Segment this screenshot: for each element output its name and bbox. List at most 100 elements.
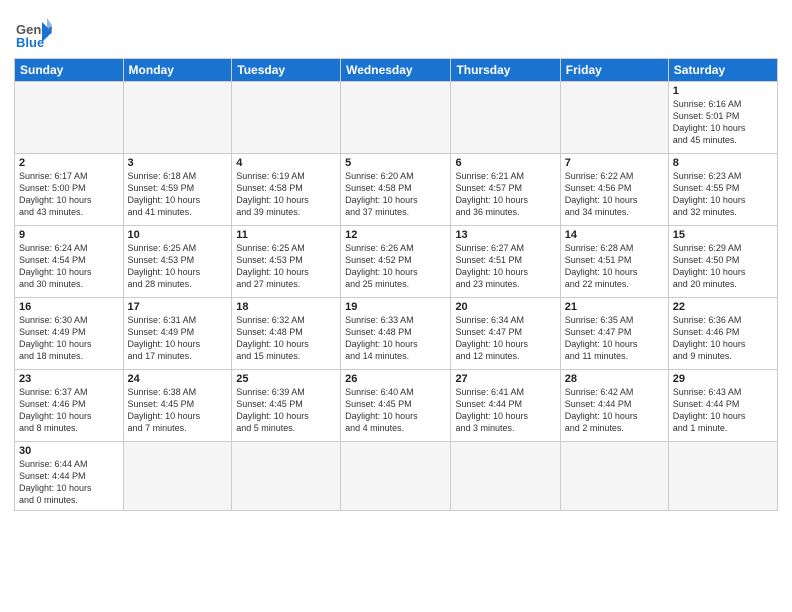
day-number: 13 bbox=[455, 229, 555, 241]
page: General Blue SundayMondayTuesdayWednesda… bbox=[0, 0, 792, 612]
day-number: 24 bbox=[128, 373, 228, 385]
weekday-header-row: SundayMondayTuesdayWednesdayThursdayFrid… bbox=[15, 59, 778, 82]
calendar-day-cell: 4Sunrise: 6:19 AM Sunset: 4:58 PM Daylig… bbox=[232, 154, 341, 226]
calendar-week-6: 30Sunrise: 6:44 AM Sunset: 4:44 PM Dayli… bbox=[15, 442, 778, 511]
calendar-day-cell: 25Sunrise: 6:39 AM Sunset: 4:45 PM Dayli… bbox=[232, 370, 341, 442]
calendar-day-cell: 30Sunrise: 6:44 AM Sunset: 4:44 PM Dayli… bbox=[15, 442, 124, 511]
day-number: 28 bbox=[565, 373, 664, 385]
calendar-week-1: 1Sunrise: 6:16 AM Sunset: 5:01 PM Daylig… bbox=[15, 82, 778, 154]
calendar-day-cell: 6Sunrise: 6:21 AM Sunset: 4:57 PM Daylig… bbox=[451, 154, 560, 226]
day-number: 1 bbox=[673, 85, 773, 97]
calendar-week-4: 16Sunrise: 6:30 AM Sunset: 4:49 PM Dayli… bbox=[15, 298, 778, 370]
calendar-day-cell: 24Sunrise: 6:38 AM Sunset: 4:45 PM Dayli… bbox=[123, 370, 232, 442]
calendar-week-3: 9Sunrise: 6:24 AM Sunset: 4:54 PM Daylig… bbox=[15, 226, 778, 298]
day-info: Sunrise: 6:23 AM Sunset: 4:55 PM Dayligh… bbox=[673, 170, 773, 219]
header: General Blue bbox=[14, 10, 778, 52]
day-number: 18 bbox=[236, 301, 336, 313]
calendar-day-cell bbox=[668, 442, 777, 511]
calendar-day-cell bbox=[560, 82, 668, 154]
calendar-day-cell bbox=[15, 82, 124, 154]
day-info: Sunrise: 6:30 AM Sunset: 4:49 PM Dayligh… bbox=[19, 314, 119, 363]
day-number: 26 bbox=[345, 373, 446, 385]
calendar-day-cell: 21Sunrise: 6:35 AM Sunset: 4:47 PM Dayli… bbox=[560, 298, 668, 370]
day-number: 17 bbox=[128, 301, 228, 313]
day-info: Sunrise: 6:44 AM Sunset: 4:44 PM Dayligh… bbox=[19, 458, 119, 507]
generalblue-logo-icon: General Blue bbox=[14, 14, 52, 52]
day-number: 30 bbox=[19, 445, 119, 457]
svg-text:Blue: Blue bbox=[16, 35, 44, 50]
calendar-day-cell: 14Sunrise: 6:28 AM Sunset: 4:51 PM Dayli… bbox=[560, 226, 668, 298]
day-number: 21 bbox=[565, 301, 664, 313]
day-number: 4 bbox=[236, 157, 336, 169]
day-info: Sunrise: 6:35 AM Sunset: 4:47 PM Dayligh… bbox=[565, 314, 664, 363]
day-info: Sunrise: 6:22 AM Sunset: 4:56 PM Dayligh… bbox=[565, 170, 664, 219]
calendar-day-cell bbox=[341, 82, 451, 154]
calendar-day-cell: 1Sunrise: 6:16 AM Sunset: 5:01 PM Daylig… bbox=[668, 82, 777, 154]
day-number: 25 bbox=[236, 373, 336, 385]
calendar-day-cell: 8Sunrise: 6:23 AM Sunset: 4:55 PM Daylig… bbox=[668, 154, 777, 226]
weekday-header-saturday: Saturday bbox=[668, 59, 777, 82]
calendar-day-cell: 5Sunrise: 6:20 AM Sunset: 4:58 PM Daylig… bbox=[341, 154, 451, 226]
calendar-day-cell bbox=[123, 82, 232, 154]
calendar-day-cell: 2Sunrise: 6:17 AM Sunset: 5:00 PM Daylig… bbox=[15, 154, 124, 226]
day-number: 19 bbox=[345, 301, 446, 313]
calendar-day-cell: 17Sunrise: 6:31 AM Sunset: 4:49 PM Dayli… bbox=[123, 298, 232, 370]
day-info: Sunrise: 6:39 AM Sunset: 4:45 PM Dayligh… bbox=[236, 386, 336, 435]
calendar-day-cell: 11Sunrise: 6:25 AM Sunset: 4:53 PM Dayli… bbox=[232, 226, 341, 298]
weekday-header-sunday: Sunday bbox=[15, 59, 124, 82]
calendar-week-2: 2Sunrise: 6:17 AM Sunset: 5:00 PM Daylig… bbox=[15, 154, 778, 226]
day-info: Sunrise: 6:25 AM Sunset: 4:53 PM Dayligh… bbox=[236, 242, 336, 291]
day-number: 5 bbox=[345, 157, 446, 169]
day-info: Sunrise: 6:19 AM Sunset: 4:58 PM Dayligh… bbox=[236, 170, 336, 219]
calendar-day-cell bbox=[341, 442, 451, 511]
day-number: 16 bbox=[19, 301, 119, 313]
day-info: Sunrise: 6:25 AM Sunset: 4:53 PM Dayligh… bbox=[128, 242, 228, 291]
day-number: 22 bbox=[673, 301, 773, 313]
weekday-header-wednesday: Wednesday bbox=[341, 59, 451, 82]
calendar-day-cell: 19Sunrise: 6:33 AM Sunset: 4:48 PM Dayli… bbox=[341, 298, 451, 370]
weekday-header-monday: Monday bbox=[123, 59, 232, 82]
calendar-table: SundayMondayTuesdayWednesdayThursdayFrid… bbox=[14, 58, 778, 511]
day-info: Sunrise: 6:21 AM Sunset: 4:57 PM Dayligh… bbox=[455, 170, 555, 219]
day-number: 3 bbox=[128, 157, 228, 169]
day-info: Sunrise: 6:27 AM Sunset: 4:51 PM Dayligh… bbox=[455, 242, 555, 291]
day-number: 2 bbox=[19, 157, 119, 169]
day-info: Sunrise: 6:32 AM Sunset: 4:48 PM Dayligh… bbox=[236, 314, 336, 363]
calendar-day-cell: 29Sunrise: 6:43 AM Sunset: 4:44 PM Dayli… bbox=[668, 370, 777, 442]
day-info: Sunrise: 6:37 AM Sunset: 4:46 PM Dayligh… bbox=[19, 386, 119, 435]
day-info: Sunrise: 6:31 AM Sunset: 4:49 PM Dayligh… bbox=[128, 314, 228, 363]
day-number: 15 bbox=[673, 229, 773, 241]
calendar-day-cell bbox=[232, 82, 341, 154]
day-info: Sunrise: 6:40 AM Sunset: 4:45 PM Dayligh… bbox=[345, 386, 446, 435]
day-number: 29 bbox=[673, 373, 773, 385]
calendar-day-cell: 23Sunrise: 6:37 AM Sunset: 4:46 PM Dayli… bbox=[15, 370, 124, 442]
weekday-header-thursday: Thursday bbox=[451, 59, 560, 82]
day-info: Sunrise: 6:28 AM Sunset: 4:51 PM Dayligh… bbox=[565, 242, 664, 291]
calendar-day-cell bbox=[451, 442, 560, 511]
day-info: Sunrise: 6:38 AM Sunset: 4:45 PM Dayligh… bbox=[128, 386, 228, 435]
day-number: 8 bbox=[673, 157, 773, 169]
logo: General Blue bbox=[14, 14, 52, 52]
calendar-day-cell bbox=[560, 442, 668, 511]
day-number: 7 bbox=[565, 157, 664, 169]
day-info: Sunrise: 6:33 AM Sunset: 4:48 PM Dayligh… bbox=[345, 314, 446, 363]
day-number: 6 bbox=[455, 157, 555, 169]
calendar-day-cell: 16Sunrise: 6:30 AM Sunset: 4:49 PM Dayli… bbox=[15, 298, 124, 370]
day-info: Sunrise: 6:20 AM Sunset: 4:58 PM Dayligh… bbox=[345, 170, 446, 219]
calendar-day-cell: 28Sunrise: 6:42 AM Sunset: 4:44 PM Dayli… bbox=[560, 370, 668, 442]
day-info: Sunrise: 6:24 AM Sunset: 4:54 PM Dayligh… bbox=[19, 242, 119, 291]
day-info: Sunrise: 6:18 AM Sunset: 4:59 PM Dayligh… bbox=[128, 170, 228, 219]
calendar-day-cell bbox=[232, 442, 341, 511]
weekday-header-friday: Friday bbox=[560, 59, 668, 82]
day-number: 27 bbox=[455, 373, 555, 385]
calendar-week-5: 23Sunrise: 6:37 AM Sunset: 4:46 PM Dayli… bbox=[15, 370, 778, 442]
day-info: Sunrise: 6:34 AM Sunset: 4:47 PM Dayligh… bbox=[455, 314, 555, 363]
calendar-day-cell: 12Sunrise: 6:26 AM Sunset: 4:52 PM Dayli… bbox=[341, 226, 451, 298]
calendar-day-cell bbox=[123, 442, 232, 511]
calendar-day-cell: 27Sunrise: 6:41 AM Sunset: 4:44 PM Dayli… bbox=[451, 370, 560, 442]
day-info: Sunrise: 6:36 AM Sunset: 4:46 PM Dayligh… bbox=[673, 314, 773, 363]
day-info: Sunrise: 6:26 AM Sunset: 4:52 PM Dayligh… bbox=[345, 242, 446, 291]
day-number: 20 bbox=[455, 301, 555, 313]
day-number: 10 bbox=[128, 229, 228, 241]
day-number: 9 bbox=[19, 229, 119, 241]
